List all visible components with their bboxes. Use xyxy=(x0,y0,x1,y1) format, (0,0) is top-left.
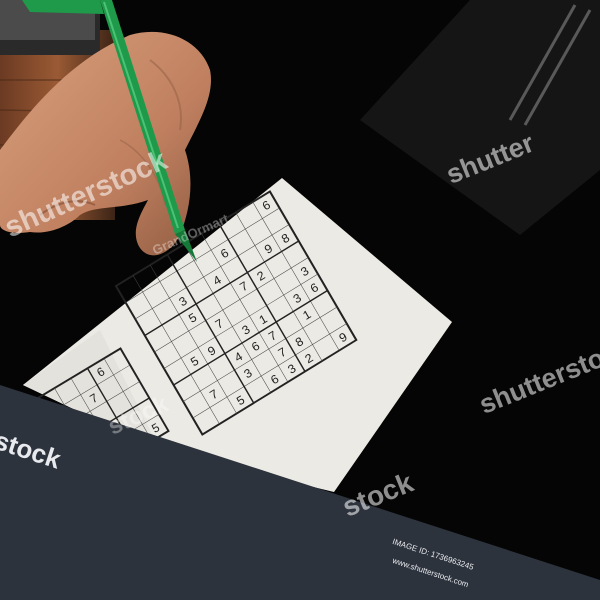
sudoku-photo: 663498572735931364671737856329 6725 xyxy=(0,0,600,600)
stock-photo: 663498572735931364671737856329 6725 xyxy=(0,0,600,600)
